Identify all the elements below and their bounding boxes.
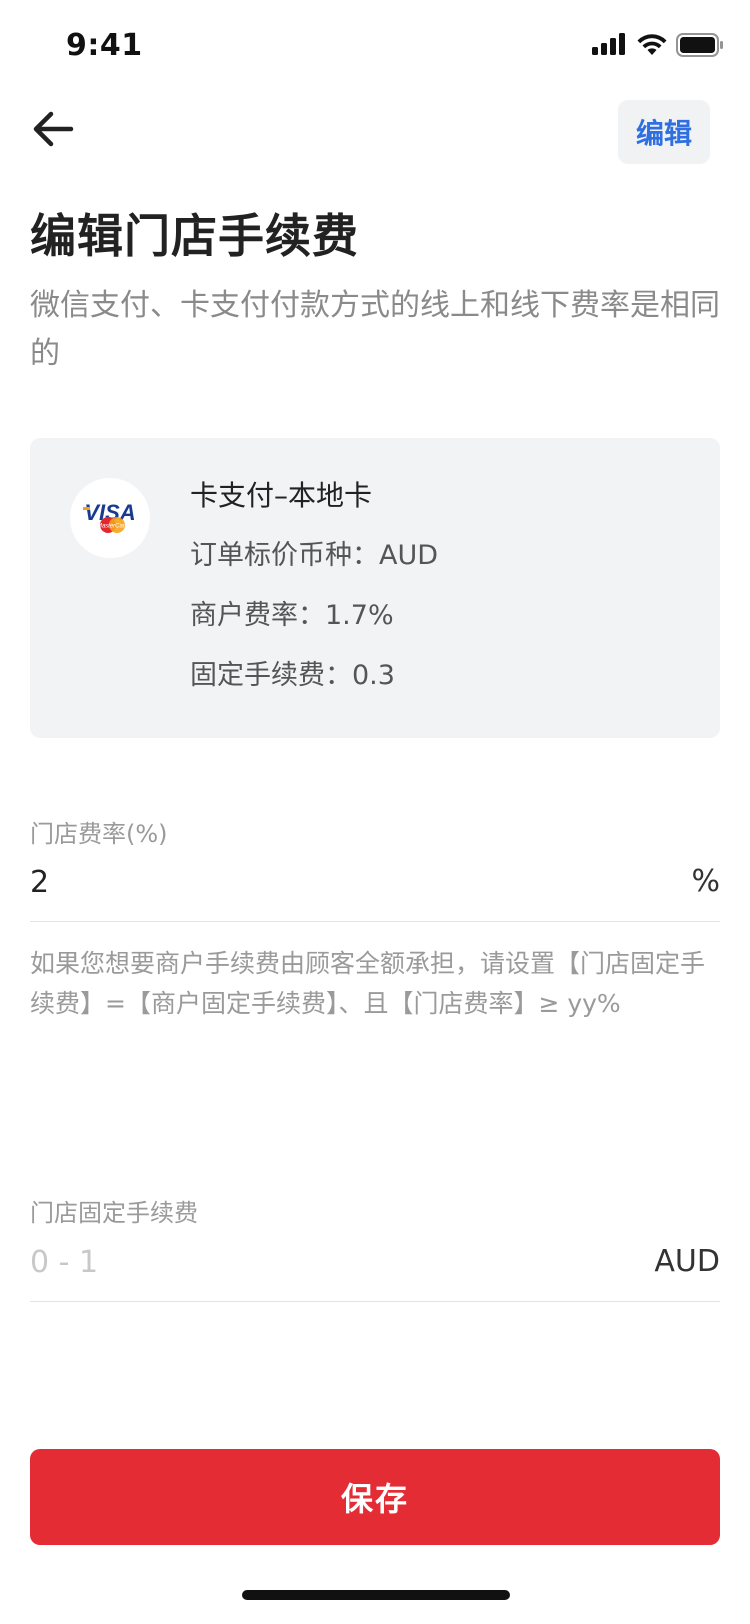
store-fixed-fee-input[interactable] bbox=[30, 1236, 590, 1288]
merchant-rate-line: 商户费率：1.7% bbox=[190, 600, 394, 631]
home-indicator bbox=[242, 1590, 510, 1600]
store-rate-input[interactable] bbox=[30, 856, 590, 908]
back-button[interactable] bbox=[28, 104, 78, 154]
store-rate-unit: % bbox=[691, 864, 720, 899]
mastercard-wordmark: MasterCard bbox=[97, 524, 129, 530]
card-details: 卡支付–本地卡 订单标价币种：AUD 商户费率：1.7% 固定手续费：0.3 bbox=[190, 478, 438, 718]
payment-method-card: VISA MasterCard 卡支付–本地卡 订单标价币种：AUD 商户费率：… bbox=[30, 438, 720, 738]
wifi-icon bbox=[637, 34, 667, 55]
page-title: 编辑门店手续费 bbox=[30, 209, 359, 263]
store-fixed-fee-row: AUD bbox=[30, 1236, 720, 1302]
battery-icon bbox=[676, 33, 723, 57]
store-fixed-fee-unit: AUD bbox=[654, 1244, 720, 1279]
status-bar: 9:41 bbox=[0, 0, 750, 92]
arrow-left-icon bbox=[33, 111, 74, 147]
fixed-fee-line: 固定手续费：0.3 bbox=[190, 660, 395, 691]
status-time: 9:41 bbox=[66, 28, 143, 63]
store-rate-label: 门店费率(%) bbox=[30, 820, 168, 848]
method-name: 卡支付–本地卡 bbox=[190, 479, 373, 512]
page-subtitle: 微信支付、卡支付付款方式的线上和线下费率是相同的 bbox=[30, 288, 720, 371]
currency-line: 订单标价币种：AUD bbox=[190, 540, 439, 571]
store-fixed-fee-label: 门店固定手续费 bbox=[30, 1199, 198, 1227]
store-rate-row: % bbox=[30, 856, 720, 922]
cellular-signal-icon bbox=[592, 33, 625, 55]
visa-mastercard-icon: VISA MasterCard bbox=[70, 478, 150, 558]
save-button[interactable]: 保存 bbox=[30, 1449, 720, 1545]
edit-button[interactable]: 编辑 bbox=[618, 100, 710, 164]
edit-store-fee-screen: 9:41 编辑 编辑门店手续费 微信支付、卡支付付款方式的线上和线下费率是相同的… bbox=[0, 0, 750, 1624]
fee-hint-text: 如果您想要商户手续费由顾客全额承担，请设置【门店固定手续费】=【商户固定手续费】… bbox=[30, 949, 706, 1018]
